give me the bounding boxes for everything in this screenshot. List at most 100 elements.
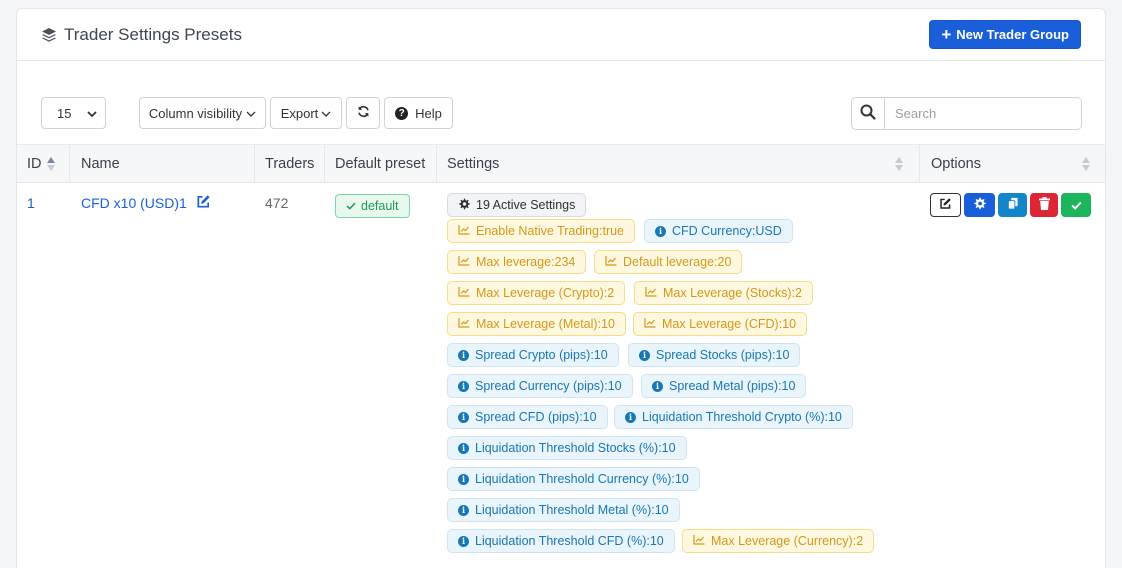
chevron-down-icon bbox=[321, 106, 331, 121]
edit-icon bbox=[939, 197, 952, 213]
refresh-button[interactable] bbox=[346, 97, 380, 129]
presets-card: Trader Settings Presets + New Trader Gro… bbox=[16, 8, 1106, 568]
column-header-id-label: ID bbox=[27, 155, 42, 172]
info-icon: i bbox=[639, 349, 650, 361]
export-button[interactable]: Export bbox=[270, 97, 342, 129]
column-visibility-label: Column visibility bbox=[148, 105, 243, 121]
info-icon: i bbox=[458, 380, 469, 392]
setting-pill: Max Leverage (Stocks):2 bbox=[634, 281, 813, 305]
edit-button[interactable] bbox=[930, 193, 961, 217]
column-header-options[interactable]: Options bbox=[920, 145, 1105, 182]
column-header-traders[interactable]: Traders bbox=[255, 145, 325, 182]
setting-pill: i CFD Currency:USD bbox=[644, 219, 793, 243]
chevron-down-icon bbox=[87, 106, 97, 121]
column-header-default-preset[interactable]: Default preset bbox=[325, 145, 437, 182]
setting-pill: Default leverage:20 bbox=[594, 250, 743, 274]
trash-icon bbox=[1038, 197, 1050, 213]
page-length-select[interactable]: 15 bbox=[41, 97, 106, 129]
row-id: 1 bbox=[27, 195, 35, 211]
column-header-name[interactable]: Name bbox=[70, 145, 255, 182]
page-title: Trader Settings Presets bbox=[64, 25, 242, 44]
gear-icon bbox=[973, 197, 986, 213]
check-icon bbox=[1070, 198, 1082, 213]
new-trader-group-label: New Trader Group bbox=[956, 27, 1069, 42]
default-badge-label: default bbox=[361, 199, 399, 213]
check-icon bbox=[346, 199, 356, 213]
info-icon: i bbox=[625, 411, 636, 423]
setting-pill-label: Max leverage:234 bbox=[476, 255, 576, 269]
setting-pill-label: Liquidation Threshold Stocks (%):10 bbox=[475, 441, 676, 455]
chart-line-icon bbox=[458, 317, 470, 331]
chart-line-icon bbox=[458, 224, 470, 238]
setting-pill-label: Liquidation Threshold CFD (%):10 bbox=[475, 534, 664, 548]
sort-asc-icon bbox=[47, 157, 55, 171]
setting-pill-label: Spread CFD (pips):10 bbox=[475, 410, 597, 424]
chart-line-icon bbox=[645, 286, 657, 300]
search-group bbox=[851, 97, 1082, 130]
new-trader-group-button[interactable]: + New Trader Group bbox=[929, 20, 1081, 49]
row-name-link[interactable]: CFD x10 (USD)1 bbox=[81, 194, 211, 212]
setting-pill: Max Leverage (CFD):10 bbox=[633, 312, 808, 336]
help-button[interactable]: ? Help bbox=[384, 97, 453, 129]
card-header: Trader Settings Presets + New Trader Gro… bbox=[17, 9, 1105, 61]
help-label: Help bbox=[415, 105, 442, 121]
setting-pill-label: Max Leverage (Currency):2 bbox=[711, 534, 864, 548]
default-badge: default bbox=[335, 194, 410, 218]
copy-button[interactable] bbox=[998, 193, 1027, 217]
setting-pill-label: Spread Currency (pips):10 bbox=[475, 379, 622, 393]
setting-pill-label: Spread Stocks (pips):10 bbox=[656, 348, 790, 362]
layers-icon bbox=[41, 27, 57, 43]
chart-line-icon bbox=[458, 286, 470, 300]
sort-icon bbox=[1082, 157, 1090, 171]
row-name: CFD x10 (USD)1 bbox=[81, 195, 187, 211]
page-length-value: 15 bbox=[57, 105, 72, 121]
info-icon: i bbox=[458, 473, 469, 485]
info-icon: i bbox=[458, 411, 469, 423]
column-header-settings[interactable]: Settings bbox=[437, 145, 920, 182]
setting-pill: i Spread Metal (pips):10 bbox=[641, 374, 807, 398]
setting-pill-label: Spread Metal (pips):10 bbox=[669, 379, 796, 393]
setting-pill: Max Leverage (Currency):2 bbox=[682, 529, 875, 553]
info-icon: i bbox=[458, 442, 469, 454]
search-icon bbox=[860, 104, 876, 123]
settings-button[interactable] bbox=[964, 193, 995, 217]
setting-pill-label: 19 Active Settings bbox=[476, 198, 576, 212]
export-label: Export bbox=[280, 105, 319, 121]
setting-pill: i Liquidation Threshold Crypto (%):10 bbox=[614, 405, 853, 429]
set-default-button[interactable] bbox=[1061, 193, 1091, 217]
setting-pill: i Liquidation Threshold Stocks (%):10 bbox=[447, 436, 687, 460]
chart-line-icon bbox=[644, 317, 656, 331]
setting-pill-label: Liquidation Threshold Crypto (%):10 bbox=[642, 410, 842, 424]
setting-pill: i Spread Currency (pips):10 bbox=[447, 374, 633, 398]
setting-pill: Max Leverage (Metal):10 bbox=[447, 312, 626, 336]
setting-pill-label: Liquidation Threshold Metal (%):10 bbox=[475, 503, 669, 517]
setting-pill-label: Enable Native Trading:true bbox=[476, 224, 625, 238]
column-header-options-label: Options bbox=[931, 155, 981, 172]
setting-pill: Enable Native Trading:true bbox=[447, 219, 636, 243]
column-visibility-button[interactable]: Column visibility bbox=[139, 97, 266, 129]
info-icon: i bbox=[458, 535, 469, 547]
setting-pill: Max leverage:234 bbox=[447, 250, 587, 274]
setting-pill: i Spread Stocks (pips):10 bbox=[628, 343, 801, 367]
delete-button[interactable] bbox=[1030, 193, 1058, 217]
edit-icon[interactable] bbox=[196, 194, 211, 212]
sort-icon bbox=[895, 157, 903, 171]
setting-pill: i Spread Crypto (pips):10 bbox=[447, 343, 619, 367]
setting-pill: i Liquidation Threshold CFD (%):10 bbox=[447, 529, 675, 553]
column-header-settings-label: Settings bbox=[447, 155, 500, 172]
table-header: ID Name Traders Default preset Settings … bbox=[17, 144, 1105, 183]
row-traders: 472 bbox=[265, 195, 289, 211]
info-icon: i bbox=[652, 380, 663, 392]
setting-pill: i Liquidation Threshold Currency (%):10 bbox=[447, 467, 700, 491]
chart-line-icon bbox=[458, 255, 470, 269]
search-button[interactable] bbox=[852, 98, 885, 129]
search-input[interactable] bbox=[885, 98, 1081, 129]
setting-pill-label: Liquidation Threshold Currency (%):10 bbox=[475, 472, 689, 486]
setting-pill-label: Max Leverage (CFD):10 bbox=[662, 317, 797, 331]
setting-pill: 19 Active Settings bbox=[447, 193, 587, 217]
setting-pill-label: Default leverage:20 bbox=[623, 255, 732, 269]
info-icon: i bbox=[458, 349, 469, 361]
page-title-group: Trader Settings Presets bbox=[41, 25, 242, 45]
column-header-id[interactable]: ID bbox=[17, 145, 70, 182]
setting-pill-label: Max Leverage (Crypto):2 bbox=[476, 286, 615, 300]
